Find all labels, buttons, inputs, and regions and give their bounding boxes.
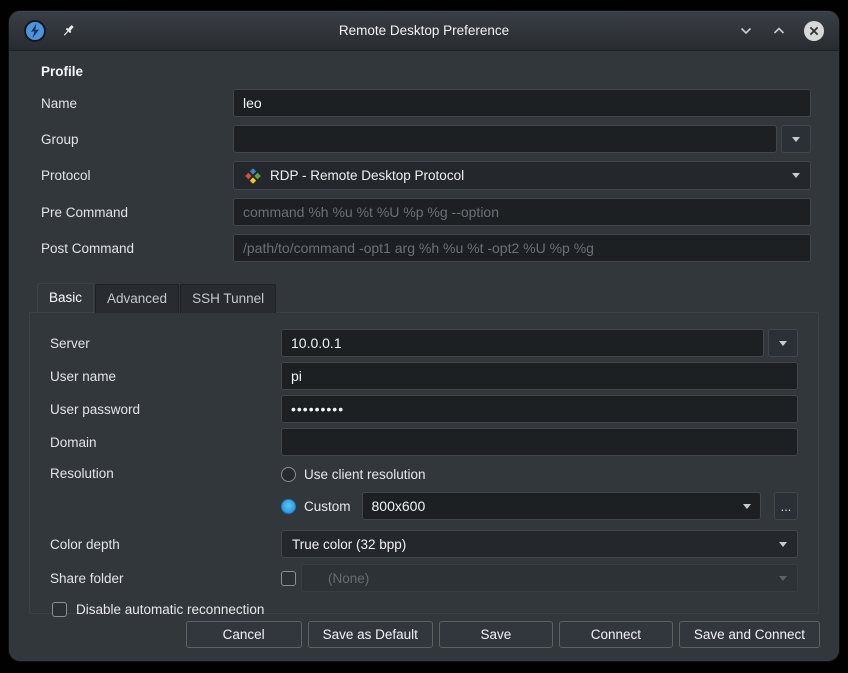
remote-desktop-preference-dialog: Remote Desktop Preference Profile Name (8, 10, 840, 662)
custom-resolution-combo[interactable]: 800x600 (362, 492, 761, 520)
tab-ssh-tunnel[interactable]: SSH Tunnel (180, 284, 276, 313)
share-folder-label: Share folder (50, 571, 281, 586)
server-label: Server (50, 336, 281, 351)
group-row: Group (41, 125, 811, 153)
use-client-resolution-label: Use client resolution (304, 467, 426, 482)
dropdown-arrow-icon (779, 542, 787, 547)
disable-reconnect-label: Disable automatic reconnection (76, 602, 264, 617)
profile-heading: Profile (41, 64, 839, 79)
use-client-resolution-option: Use client resolution (281, 464, 798, 484)
protocol-row: Protocol RDP - Remote Desktop Protocol (41, 161, 811, 190)
server-row: Server (50, 329, 798, 357)
disable-reconnect-checkbox[interactable] (52, 602, 67, 617)
action-button-row: Cancel Save as Default Save Connect Save… (9, 621, 820, 648)
group-dropdown-button[interactable] (781, 125, 811, 153)
name-input[interactable] (233, 89, 811, 117)
pre-command-row: Pre Command (41, 198, 811, 226)
rdp-protocol-icon (244, 167, 262, 185)
post-command-label: Post Command (41, 241, 233, 256)
username-input[interactable] (281, 362, 798, 390)
connect-button[interactable]: Connect (559, 621, 673, 648)
custom-resolution-value: 800x600 (372, 498, 735, 514)
pre-command-input[interactable] (233, 198, 811, 226)
protocol-label: Protocol (41, 168, 233, 183)
group-label: Group (41, 132, 233, 147)
chevron-up-icon[interactable] (770, 22, 788, 40)
protocol-dropdown[interactable]: RDP - Remote Desktop Protocol (233, 161, 811, 190)
resolution-more-button[interactable]: ... (774, 492, 798, 520)
save-as-default-button[interactable]: Save as Default (308, 621, 433, 648)
settings-notebook: Basic Advanced SSH Tunnel Server User na… (29, 283, 819, 614)
post-command-row: Post Command (41, 234, 811, 262)
dropdown-arrow-icon (779, 576, 787, 581)
share-folder-row: Share folder (None) (50, 564, 798, 592)
basic-tab-panel: Server User name User password (29, 312, 819, 614)
resolution-row: Resolution Use client resolution Custom … (50, 464, 798, 526)
custom-resolution-option: Custom 800x600 ... (281, 492, 798, 520)
dropdown-arrow-icon (792, 173, 800, 178)
share-folder-value: (None) (312, 571, 369, 586)
color-depth-label: Color depth (50, 537, 281, 552)
custom-resolution-label: Custom (304, 499, 351, 514)
pin-icon[interactable] (61, 23, 77, 39)
domain-row: Domain (50, 428, 798, 456)
save-and-connect-button[interactable]: Save and Connect (679, 621, 820, 648)
name-row: Name (41, 89, 811, 117)
resolution-label: Resolution (50, 464, 281, 526)
username-label: User name (50, 369, 281, 384)
cancel-button[interactable]: Cancel (186, 621, 302, 648)
use-client-resolution-radio[interactable] (281, 467, 296, 482)
protocol-value: RDP - Remote Desktop Protocol (270, 168, 464, 183)
share-folder-dropdown[interactable]: (None) (301, 564, 798, 592)
dropdown-arrow-icon (743, 504, 751, 509)
password-row: User password (50, 395, 798, 423)
server-dropdown-button[interactable] (768, 329, 798, 357)
save-button[interactable]: Save (439, 621, 553, 648)
name-label: Name (41, 96, 233, 111)
dropdown-arrow-icon (779, 341, 787, 346)
dropdown-arrow-icon (792, 137, 800, 142)
pre-command-label: Pre Command (41, 205, 233, 220)
post-command-input[interactable] (233, 234, 811, 262)
close-button[interactable] (803, 20, 825, 42)
password-input[interactable] (281, 395, 798, 423)
custom-resolution-radio[interactable] (281, 499, 296, 514)
password-label: User password (50, 402, 281, 417)
window-title: Remote Desktop Preference (9, 23, 839, 38)
disable-reconnect-row: Disable automatic reconnection (52, 601, 798, 618)
color-depth-dropdown[interactable]: True color (32 bpp) (281, 530, 798, 558)
titlebar[interactable]: Remote Desktop Preference (9, 11, 839, 51)
app-icon[interactable] (23, 19, 47, 43)
tab-bar: Basic Advanced SSH Tunnel (37, 283, 819, 312)
username-row: User name (50, 362, 798, 390)
color-depth-value: True color (32 bpp) (292, 537, 406, 552)
group-input[interactable] (233, 125, 777, 153)
domain-input[interactable] (281, 428, 798, 456)
tab-advanced[interactable]: Advanced (95, 284, 179, 313)
tab-basic[interactable]: Basic (37, 283, 94, 312)
color-depth-row: Color depth True color (32 bpp) (50, 530, 798, 558)
chevron-down-icon[interactable] (737, 22, 755, 40)
server-input[interactable] (281, 329, 764, 357)
share-folder-checkbox[interactable] (281, 571, 296, 586)
domain-label: Domain (50, 435, 281, 450)
